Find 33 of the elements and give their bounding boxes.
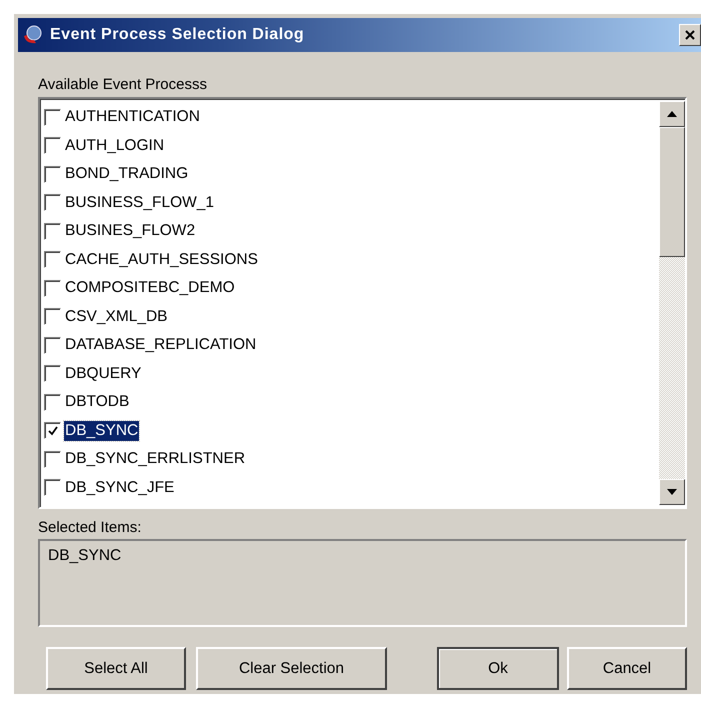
dialog-button[interactable]: Ok — [437, 647, 559, 690]
up-arrow-icon — [667, 111, 677, 117]
list-item[interactable]: DATABASE_REPLICATION — [64, 335, 258, 356]
list-item[interactable]: AUTHENTICATION — [64, 107, 201, 128]
list-item[interactable]: DBQUERY — [64, 364, 142, 384]
list-item[interactable]: BUSINES_FLOW2 — [64, 221, 196, 242]
list-item[interactable]: DB_SYNC — [64, 420, 140, 441]
list-label: Available Event Processs — [38, 76, 208, 93]
dialog-button[interactable]: Cancel — [567, 647, 687, 690]
list-item[interactable]: DBTODB — [64, 392, 130, 412]
checkmark-icon — [46, 424, 58, 437]
dialog-button[interactable]: Clear Selection — [196, 647, 387, 690]
close-icon — [684, 29, 696, 41]
close-button[interactable] — [679, 24, 701, 46]
list-item[interactable]: BOND_TRADING — [64, 164, 190, 184]
scroll-down-button[interactable] — [659, 479, 685, 505]
list-item[interactable]: CSV_XML_DB — [64, 306, 169, 327]
selected-items-label: Selected Items: — [38, 519, 142, 536]
list-item[interactable]: CACHE_AUTH_SESSIONS — [64, 250, 259, 270]
list-item[interactable]: BUSINESS_FLOW_1 — [64, 192, 216, 213]
window-title: Event Process Selection Dialog — [50, 26, 304, 44]
globe-icon — [22, 24, 44, 46]
list-item[interactable]: DB_SYNC_ERRLISTNER — [64, 449, 246, 470]
selected-items-field[interactable]: DB_SYNC — [38, 539, 687, 627]
scroll-thumb[interactable] — [659, 127, 685, 257]
scrollbar[interactable] — [659, 101, 685, 505]
scroll-up-button[interactable] — [659, 101, 685, 127]
checkbox[interactable] — [44, 422, 61, 440]
list-item[interactable]: AUTH_LOGIN — [64, 136, 166, 156]
list-item[interactable]: COMPOSITEBC_DEMO — [64, 278, 236, 298]
list-item[interactable]: DB_SYNC_JFE — [64, 478, 176, 498]
down-arrow-icon — [667, 489, 677, 495]
dialog-button[interactable]: Select All — [46, 647, 186, 690]
